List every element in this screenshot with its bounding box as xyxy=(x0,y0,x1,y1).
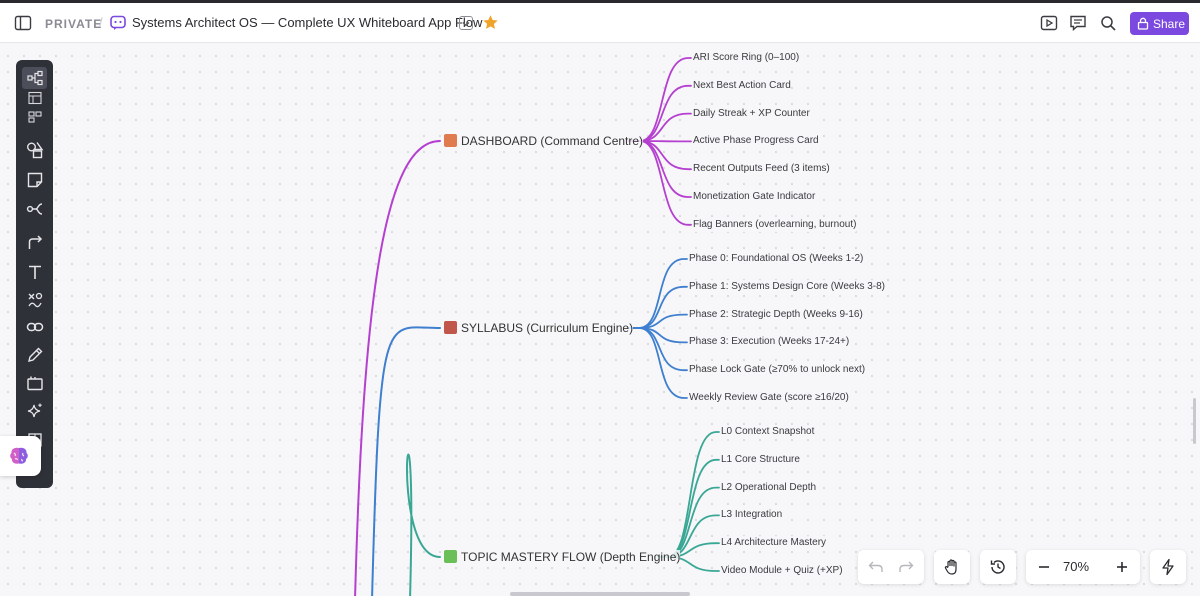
star-icon[interactable] xyxy=(482,14,499,31)
breadcrumb-separator: / xyxy=(99,15,103,30)
connector-line xyxy=(638,285,688,329)
mind-map-leaf-node[interactable]: Monetization Gate Indicator xyxy=(693,190,816,204)
mind-map-leaf-node[interactable]: Weekly Review Gate (score ≥16/20) xyxy=(689,391,849,405)
mind-map-branch-node[interactable]: SYLLABUS (Curriculum Engine) xyxy=(444,321,634,335)
zoom-out-icon[interactable] xyxy=(1035,558,1053,576)
lightning-icon[interactable] xyxy=(1159,558,1177,576)
undo-icon[interactable] xyxy=(867,558,885,576)
zoom-in-icon[interactable] xyxy=(1113,558,1131,576)
mind-map-leaf-node[interactable]: Video Module + Quiz (+XP) xyxy=(721,564,843,578)
comment-icon[interactable] xyxy=(1069,14,1087,32)
share-label: Share xyxy=(1153,17,1186,31)
horizontal-scrollbar[interactable] xyxy=(510,592,690,596)
mind-map-leaf-node[interactable]: Phase Lock Gate (≥70% to unlock next) xyxy=(689,363,866,378)
connector-line xyxy=(639,57,692,142)
mind-map-leaf-node[interactable]: Phase 1: Systems Design Core (Weeks 3-8) xyxy=(689,279,886,294)
present-icon[interactable] xyxy=(1040,14,1058,32)
history-group xyxy=(980,550,1016,584)
mind-map-leaf-node[interactable]: L2 Operational Depth xyxy=(721,480,817,495)
mind-map-leaf-node[interactable]: Phase 0: Foundational OS (Weeks 1-2) xyxy=(689,252,864,266)
chevron-down-icon[interactable] xyxy=(459,16,473,30)
connector-line xyxy=(638,327,688,372)
mind-map-branch-node[interactable]: DASHBOARD (Command Centre) xyxy=(444,134,644,148)
board-icon xyxy=(110,15,126,31)
undo-redo-group xyxy=(858,550,924,584)
puzzle-icon xyxy=(444,550,457,563)
redo-icon[interactable] xyxy=(897,558,915,576)
lock-icon xyxy=(1137,17,1149,30)
mind-map-leaf-node[interactable]: Next Best Action Card xyxy=(693,78,791,93)
branch-label: SYLLABUS (Curriculum Engine) xyxy=(461,321,634,335)
mind-map-leaf-node[interactable]: L4 Architecture Mastery xyxy=(721,536,827,551)
privacy-label[interactable]: PRIVATE xyxy=(45,17,102,31)
mind-map-canvas xyxy=(354,57,720,596)
search-icon[interactable] xyxy=(1099,14,1117,32)
history-icon[interactable] xyxy=(989,558,1007,576)
mind-map-branch-node[interactable]: TOPIC MASTERY FLOW (Depth Engine) xyxy=(444,550,681,564)
mind-map-leaf-node[interactable]: L0 Context Snapshot xyxy=(721,425,815,439)
zoom-level[interactable]: 70% xyxy=(1063,559,1089,574)
branch-label: DASHBOARD (Command Centre) xyxy=(461,134,644,148)
hand-tool-group xyxy=(934,550,970,584)
mind-map-leaf-node[interactable]: Flag Banners (overlearning, burnout) xyxy=(693,217,857,232)
hand-icon[interactable] xyxy=(943,558,961,576)
top-bar: PRIVATE / Systems Architect OS — Complet… xyxy=(0,3,1200,43)
mind-map-leaf-node[interactable]: ARI Score Ring (0–100) xyxy=(693,51,800,65)
connector-line xyxy=(639,140,692,226)
board-title[interactable]: Systems Architect OS — Complete UX White… xyxy=(132,15,482,30)
house-icon xyxy=(444,134,457,147)
mind-map-leaf-node[interactable]: Active Phase Progress Card xyxy=(693,134,819,149)
connector-line xyxy=(638,258,688,329)
mind-map-leaf-node[interactable]: L3 Integration xyxy=(721,508,783,523)
sidebar-toggle-icon[interactable] xyxy=(14,14,32,32)
quick-actions-group xyxy=(1150,550,1186,584)
books-icon xyxy=(444,321,457,334)
connector-line xyxy=(405,453,441,596)
mind-map-leaf-node[interactable]: Phase 2: Strategic Depth (Weeks 9-16) xyxy=(689,307,863,322)
connector-line xyxy=(371,326,441,596)
share-button[interactable]: Share xyxy=(1130,12,1189,35)
branch-label: TOPIC MASTERY FLOW (Depth Engine) xyxy=(461,550,681,564)
connector-line xyxy=(354,140,441,596)
mind-map-leaf-node[interactable]: Recent Outputs Feed (3 items) xyxy=(693,162,830,177)
mind-map-leaf-node[interactable]: Daily Streak + XP Counter xyxy=(693,106,810,121)
mind-map-leaf-node[interactable]: Phase 3: Execution (Weeks 17-24+) xyxy=(689,335,850,350)
mind-map-leaf-node[interactable]: L1 Core Structure xyxy=(721,452,800,467)
vertical-scrollbar[interactable] xyxy=(1193,398,1196,444)
